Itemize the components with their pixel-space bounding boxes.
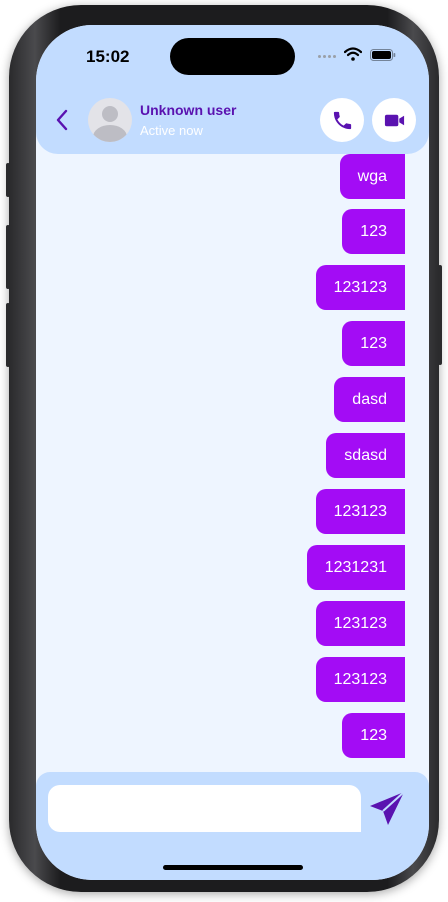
message-bubble[interactable]: 1231231: [306, 545, 405, 590]
message-list[interactable]: wga 123 123123 123 dasd sdasd 123123 123…: [36, 154, 429, 772]
video-camera-icon: [384, 114, 404, 126]
message-bubble[interactable]: sdasd: [326, 433, 405, 478]
phone-icon: [333, 111, 351, 129]
app-screen: 15:02 Unknown user Active now wga 123 12…: [36, 25, 429, 880]
status-bar: 15:02: [36, 25, 429, 85]
volume-down-button: [6, 303, 10, 367]
dynamic-island: [170, 38, 295, 75]
call-button[interactable]: [320, 98, 364, 142]
message-composer: [36, 772, 429, 880]
default-user-icon: [93, 106, 127, 142]
home-indicator: [163, 865, 303, 870]
message-bubble[interactable]: 123: [342, 321, 405, 366]
video-call-button[interactable]: [372, 98, 416, 142]
volume-up-button: [6, 225, 10, 289]
avatar[interactable]: [88, 98, 132, 142]
message-bubble[interactable]: 123: [342, 209, 405, 254]
cellular-signal-icon: [318, 55, 336, 58]
message-bubble[interactable]: 123123: [315, 489, 405, 534]
message-bubble[interactable]: dasd: [334, 377, 405, 422]
message-bubble[interactable]: 123123: [315, 601, 405, 646]
power-button: [438, 265, 442, 365]
back-button[interactable]: [51, 105, 73, 135]
contact-name: Unknown user: [140, 102, 237, 118]
send-icon[interactable]: [367, 788, 409, 830]
action-button: [6, 163, 10, 197]
battery-icon: [370, 49, 396, 61]
message-bubble[interactable]: wga: [339, 154, 405, 199]
status-time: 15:02: [86, 47, 130, 66]
wifi-icon: [344, 47, 362, 61]
message-bubble[interactable]: 123123: [315, 657, 405, 702]
message-input[interactable]: [48, 785, 361, 832]
contact-status: Active now: [140, 123, 203, 138]
message-bubble[interactable]: 123: [342, 713, 405, 758]
phone-frame: 15:02 Unknown user Active now wga 123 12…: [6, 5, 442, 892]
chat-header: Unknown user Active now: [36, 83, 429, 154]
message-bubble[interactable]: 123123: [315, 265, 405, 310]
